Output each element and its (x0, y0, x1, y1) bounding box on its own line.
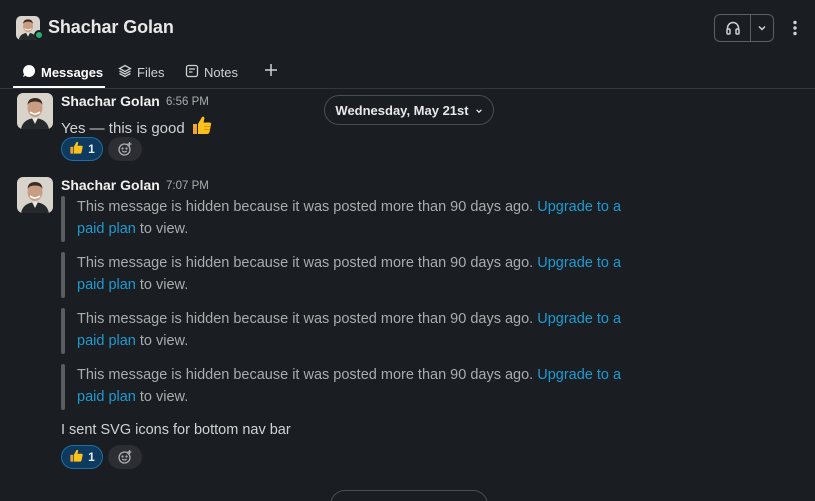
hidden-message: This message is hidden because it was po… (61, 196, 661, 242)
tab-notes[interactable]: Notes (185, 56, 238, 89)
hidden-notice: This message is hidden because it was po… (77, 364, 637, 408)
notice-suffix: to view. (139, 333, 189, 349)
notice-text: This message is hidden because it was po… (77, 199, 534, 215)
quote-bar (61, 252, 65, 298)
reaction-count: 1 (88, 450, 95, 464)
tab-label: Notes (204, 65, 238, 80)
channel-header: Shachar Golan (0, 0, 815, 56)
presence-indicator (34, 30, 44, 40)
sender-name[interactable]: Shachar Golan (61, 93, 160, 109)
reaction-count: 1 (88, 142, 95, 156)
timestamp[interactable]: 6:56 PM (166, 96, 209, 108)
active-tab-indicator (13, 86, 105, 88)
hidden-message: This message is hidden because it was po… (61, 252, 661, 298)
date-divider[interactable] (330, 490, 488, 501)
notice-suffix: to view. (139, 221, 189, 237)
notice-suffix: to view. (139, 389, 189, 405)
thumbs-up-icon (69, 140, 84, 158)
tab-label: Files (137, 65, 165, 80)
chevron-down-icon (475, 103, 483, 118)
add-reaction-icon[interactable] (108, 137, 142, 161)
reaction-thumbs-up[interactable]: 1 (61, 137, 103, 161)
quote-bar (61, 308, 65, 354)
notice-text: This message is hidden because it was po… (77, 311, 534, 327)
tab-files[interactable]: Files (118, 56, 164, 89)
hidden-notice: This message is hidden because it was po… (77, 196, 637, 240)
add-tab-icon[interactable] (262, 60, 280, 80)
kebab-icon[interactable] (786, 14, 804, 42)
date-label: Wednesday, May 21st (335, 102, 469, 118)
stack-icon (118, 64, 132, 81)
hidden-notice: This message is hidden because it was po… (77, 252, 637, 296)
conversation-title[interactable]: Shachar Golan (48, 17, 174, 38)
notice-suffix: to view. (139, 277, 189, 293)
message-text: I sent SVG icons for bottom nav bar (61, 422, 291, 438)
avatar[interactable] (17, 177, 53, 213)
sender-name[interactable]: Shachar Golan (61, 177, 160, 193)
notice-text: This message is hidden because it was po… (77, 255, 534, 271)
headphones-icon[interactable] (715, 15, 751, 41)
notes-icon (185, 64, 199, 81)
reaction-thumbs-up[interactable]: 1 (61, 445, 103, 469)
huddle-button[interactable] (714, 14, 774, 42)
avatar[interactable] (17, 93, 53, 129)
hidden-notice: This message is hidden because it was po… (77, 308, 637, 352)
thumbs-up-icon (191, 114, 213, 140)
date-divider[interactable]: Wednesday, May 21st (324, 95, 494, 125)
tab-messages[interactable]: Messages (22, 56, 103, 89)
tab-label: Messages (41, 65, 104, 80)
hidden-message: This message is hidden because it was po… (61, 308, 661, 354)
quote-bar (61, 196, 65, 242)
hidden-message: This message is hidden because it was po… (61, 364, 661, 410)
add-reaction-icon[interactable] (108, 445, 142, 469)
dm-window: Shachar Golan Messages Files Notes Shach… (0, 0, 815, 501)
message-body: Yes — this is good (61, 120, 185, 137)
timestamp[interactable]: 7:07 PM (166, 180, 209, 192)
thumbs-up-icon (69, 448, 84, 466)
quote-bar (61, 364, 65, 410)
message-bubble-icon (22, 64, 36, 81)
tab-bar: Messages Files Notes (0, 56, 815, 89)
notice-text: This message is hidden because it was po… (77, 367, 534, 383)
chevron-down-icon[interactable] (751, 15, 773, 41)
